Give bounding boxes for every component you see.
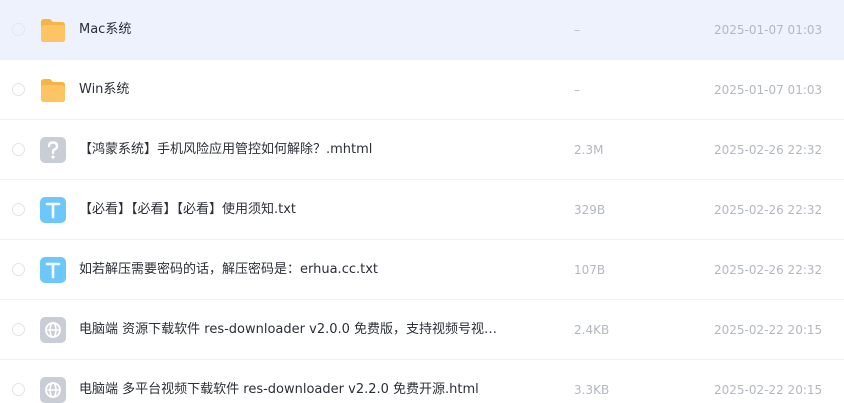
row-checkbox[interactable] — [12, 143, 25, 156]
file-date: 2025-02-22 20:15 — [714, 323, 823, 337]
file-name[interactable]: 电脑端 多平台视频下载软件 res-downloader v2.2.0 免费开源… — [79, 380, 479, 400]
file-name[interactable]: 【必看】【必看】【必看】使用须知.txt — [79, 200, 296, 220]
file-date: 2025-02-22 20:15 — [714, 383, 823, 397]
file-row-password[interactable]: 如若解压需要密码的话，解压密码是：erhua.cc.txt 107B 2025-… — [0, 240, 844, 300]
file-list: Mac系统 – 2025-01-07 01:03 Win系统 – 2025-01… — [0, 0, 844, 403]
file-name[interactable]: 电脑端 资源下载软件 res-downloader v2.0.0 免费版，支持视… — [79, 320, 497, 340]
web-file-icon — [39, 316, 67, 344]
file-name[interactable]: Win系统 — [79, 80, 129, 100]
text-file-icon — [39, 196, 67, 224]
row-checkbox[interactable] — [12, 323, 25, 336]
file-date: 2025-02-26 22:32 — [714, 203, 823, 217]
folder-icon — [39, 16, 67, 44]
row-checkbox[interactable] — [12, 263, 25, 276]
file-row-downloader-v200[interactable]: 电脑端 资源下载软件 res-downloader v2.0.0 免费版，支持视… — [0, 300, 844, 360]
file-size: 2.4KB — [574, 323, 610, 337]
file-name[interactable]: 如若解压需要密码的话，解压密码是：erhua.cc.txt — [79, 260, 378, 280]
file-date: 2025-01-07 01:03 — [714, 83, 823, 97]
file-size: 107B — [574, 263, 606, 277]
file-row-win[interactable]: Win系统 – 2025-01-07 01:03 — [0, 60, 844, 120]
file-size: 3.3KB — [574, 383, 610, 397]
row-checkbox[interactable] — [12, 83, 25, 96]
file-row-readme[interactable]: 【必看】【必看】【必看】使用须知.txt 329B 2025-02-26 22:… — [0, 180, 844, 240]
file-row-mhtml[interactable]: 【鸿蒙系统】手机风险应用管控如何解除？.mhtml 2.3M 2025-02-2… — [0, 120, 844, 180]
file-name[interactable]: Mac系统 — [79, 20, 131, 40]
web-file-icon — [39, 376, 67, 403]
file-size: 2.3M — [574, 143, 604, 157]
file-date: 2025-02-26 22:32 — [714, 263, 823, 277]
file-row-downloader-v220[interactable]: 电脑端 多平台视频下载软件 res-downloader v2.2.0 免费开源… — [0, 360, 844, 403]
file-row-mac[interactable]: Mac系统 – 2025-01-07 01:03 — [0, 0, 844, 60]
file-date: 2025-01-07 01:03 — [714, 23, 823, 37]
file-date: 2025-02-26 22:32 — [714, 143, 823, 157]
file-size: 329B — [574, 203, 606, 217]
row-checkbox[interactable] — [12, 383, 25, 396]
folder-icon — [39, 76, 67, 104]
file-size: – — [574, 23, 580, 37]
row-checkbox[interactable] — [12, 203, 25, 216]
text-file-icon — [39, 256, 67, 284]
file-size: – — [574, 83, 580, 97]
unknown-file-icon — [39, 136, 67, 164]
file-name[interactable]: 【鸿蒙系统】手机风险应用管控如何解除？.mhtml — [79, 140, 372, 160]
row-checkbox[interactable] — [12, 23, 25, 36]
